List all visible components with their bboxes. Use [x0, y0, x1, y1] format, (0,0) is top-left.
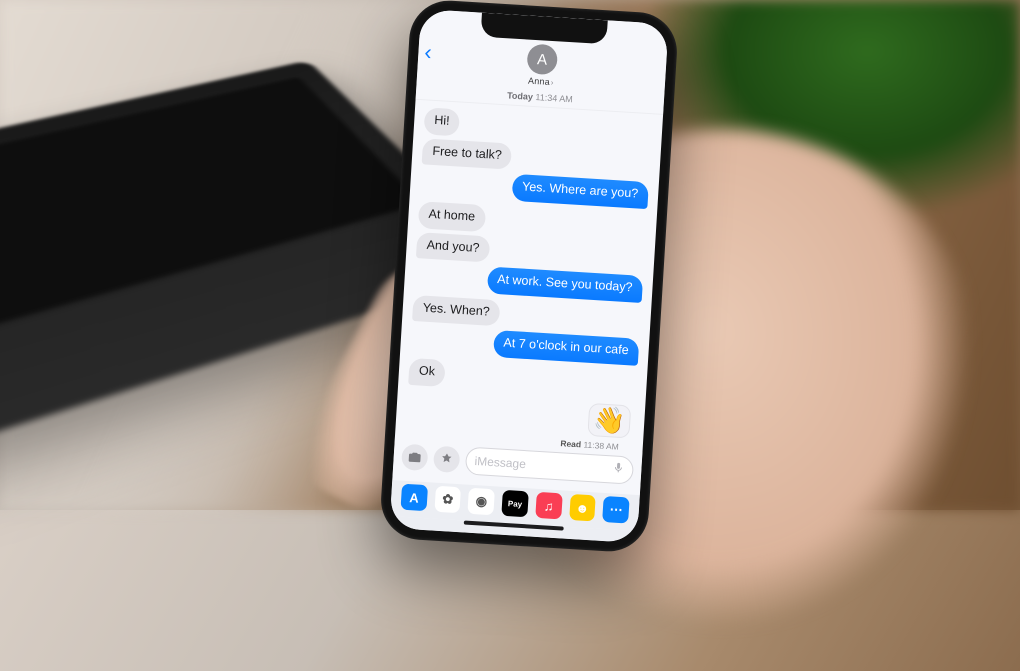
bubble: And you?	[416, 232, 490, 263]
bubble: Free to talk?	[422, 138, 513, 170]
chrome-icon[interactable]: ◉	[468, 488, 495, 516]
bubble: Hi!	[423, 107, 460, 136]
bubble: At 7 o'clock in our cafe	[493, 330, 640, 365]
phone-screen: ‹ A Anna› Today 11:34 AM Hi! Free to tal…	[389, 9, 668, 543]
microphone-icon	[612, 461, 625, 474]
camera-icon	[407, 450, 422, 465]
wave-reaction-sticker[interactable]: 👋	[587, 403, 631, 439]
store-icon[interactable]: A	[400, 484, 427, 512]
contact-name-label: Anna	[528, 76, 550, 87]
message-placeholder: iMessage	[474, 454, 526, 471]
bubble: Ok	[408, 358, 446, 387]
dictation-button[interactable]	[612, 460, 625, 479]
memoji-icon[interactable]: ☻	[569, 494, 596, 522]
phone-frame: ‹ A Anna› Today 11:34 AM Hi! Free to tal…	[379, 0, 679, 554]
camera-button[interactable]	[401, 444, 429, 472]
bubble: Yes. Where are you?	[511, 174, 649, 209]
bubble: At work. See you today?	[486, 267, 643, 303]
app-drawer-button[interactable]	[433, 446, 461, 474]
applepay-icon[interactable]: Pay	[501, 490, 528, 518]
bubble: Yes. When?	[412, 295, 500, 327]
bubble: At home	[418, 201, 486, 232]
back-button[interactable]: ‹	[424, 39, 433, 65]
message-incoming[interactable]: Ok	[408, 358, 637, 398]
music-icon[interactable]: ♫	[535, 492, 562, 520]
photos-icon[interactable]: ✿	[434, 486, 461, 514]
message-input[interactable]: iMessage	[465, 447, 634, 485]
contact-avatar[interactable]: A	[526, 44, 558, 76]
message-thread[interactable]: Hi! Free to talk? Yes. Where are you? At…	[395, 100, 663, 452]
chevron-right-icon: ›	[551, 78, 554, 87]
app-store-icon	[439, 452, 454, 467]
